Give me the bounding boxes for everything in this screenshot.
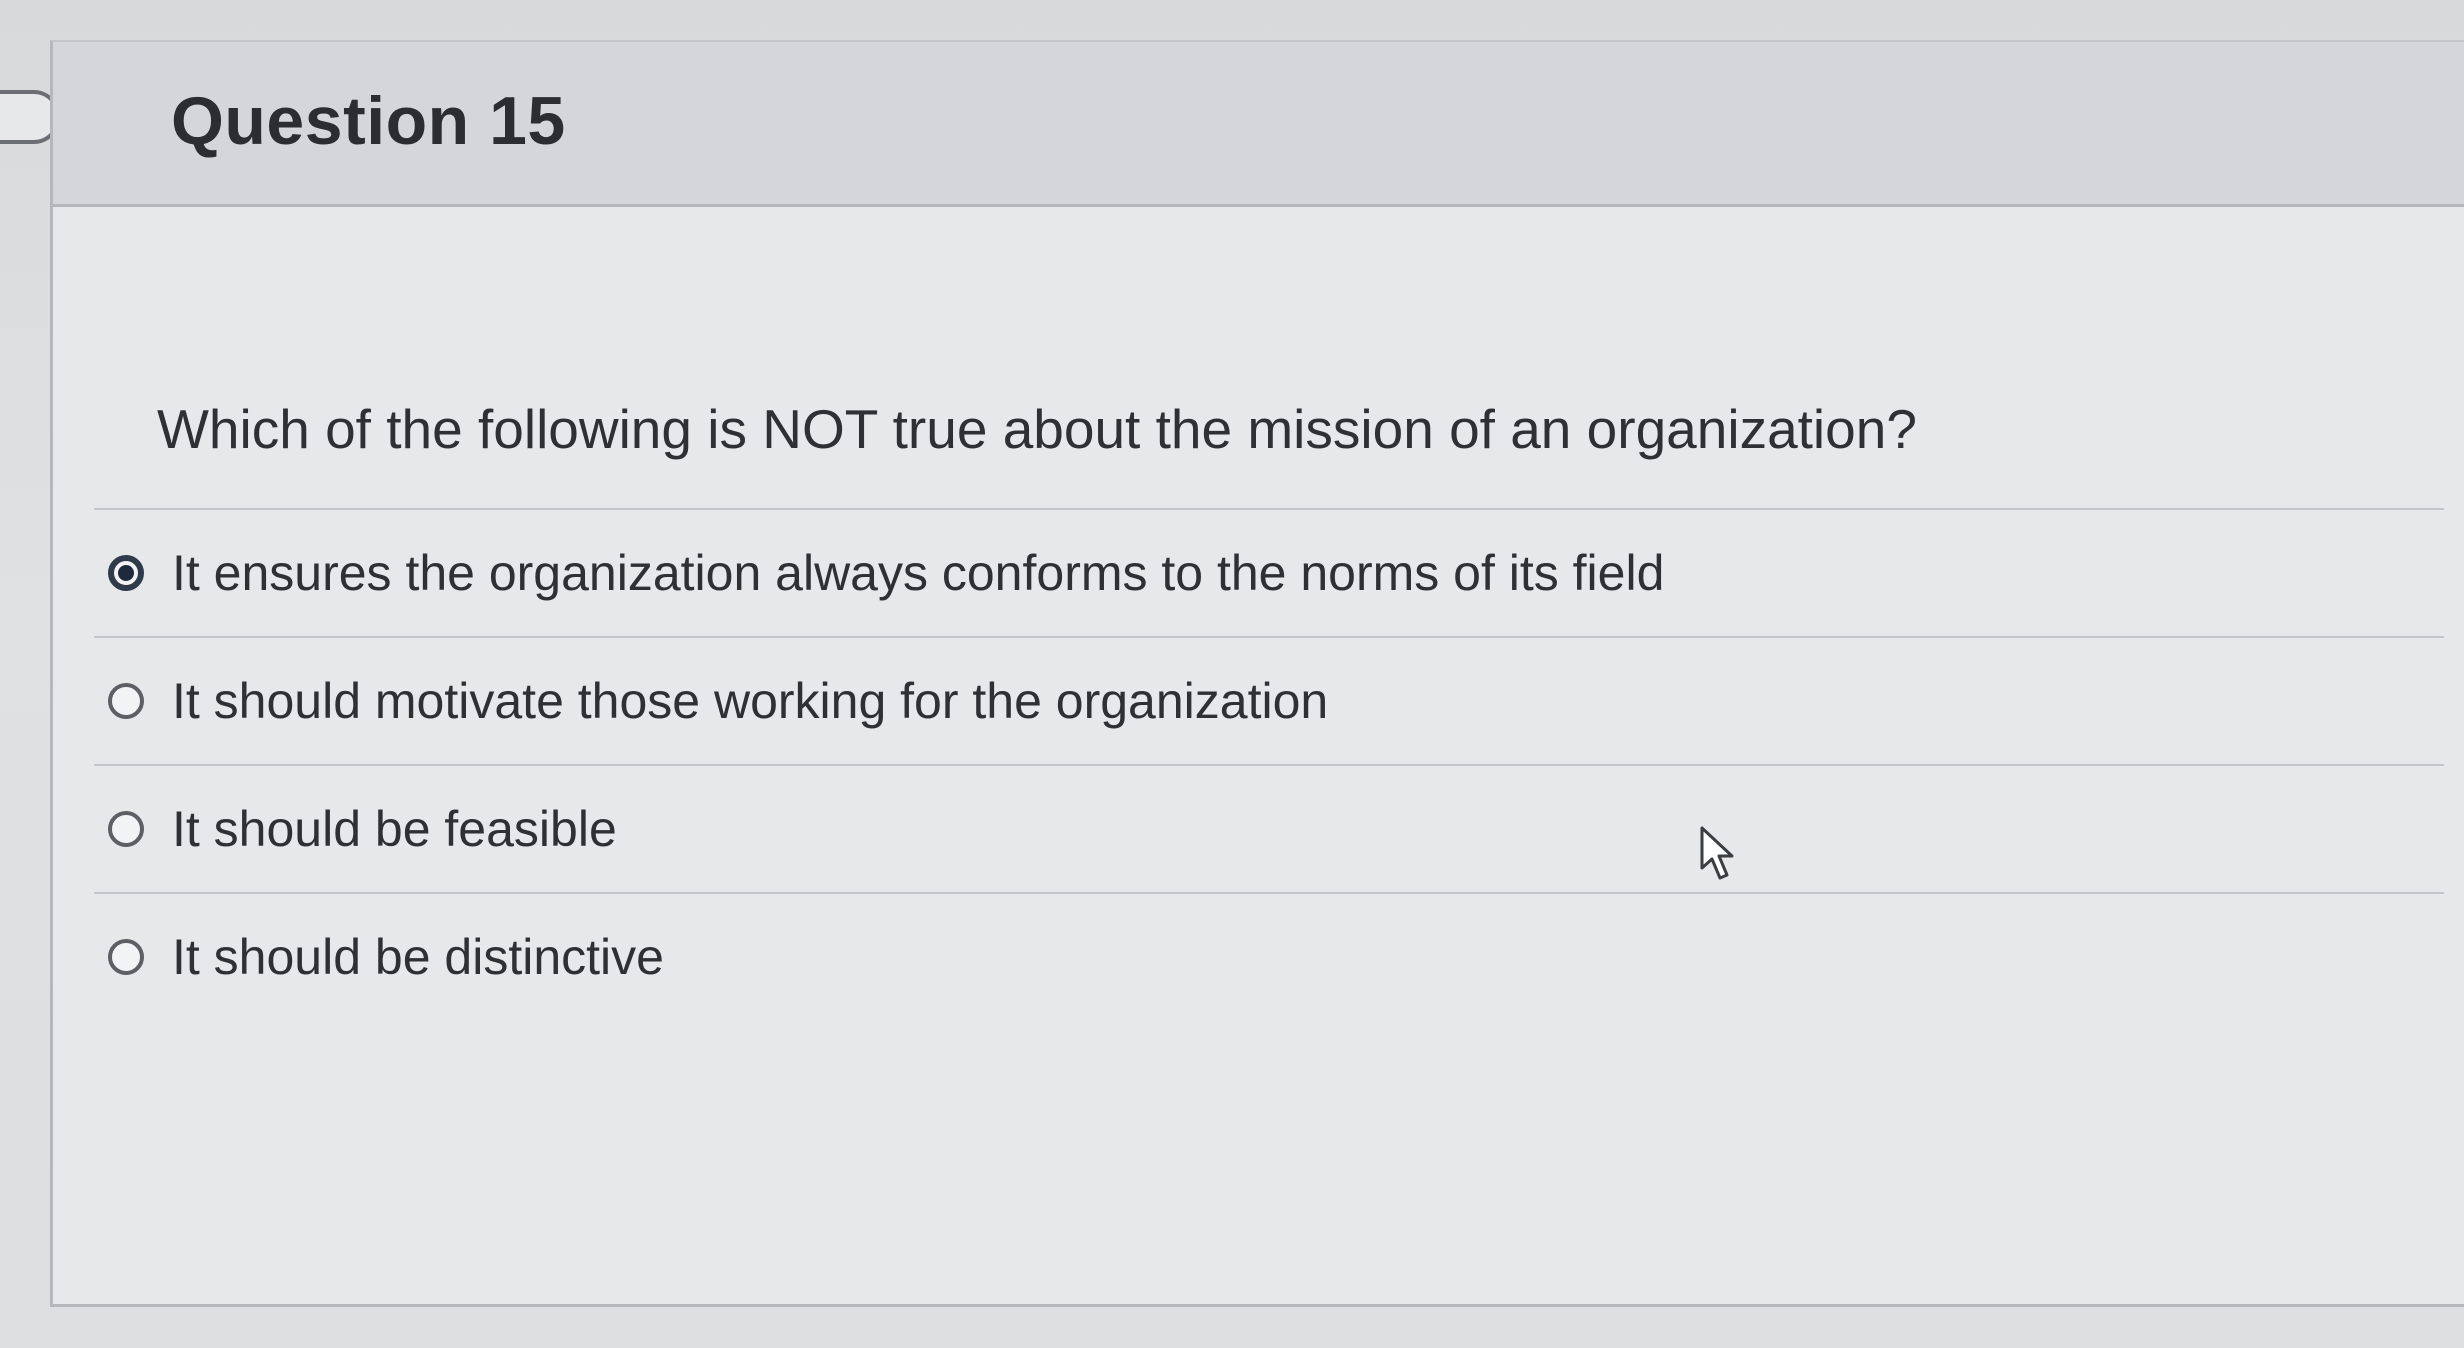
question-prompt: Which of the following is NOT true about… [157,398,1917,460]
answer-list: It ensures the organization always confo… [94,508,2444,1020]
answer-option-4[interactable]: It should be distinctive [94,892,2444,1020]
radio-unselected-icon[interactable] [108,683,144,719]
answer-label[interactable]: It should be distinctive [172,928,664,986]
question-header: Question 15 2 [53,42,2464,207]
radio-selected-icon[interactable] [108,555,144,591]
question-title: Question 15 [171,83,566,159]
quiz-page: Question 15 2 Which of the following is … [0,0,2464,1348]
answer-label[interactable]: It should be feasible [172,800,617,858]
answer-option-3[interactable]: It should be feasible [94,764,2444,892]
answer-label[interactable]: It should motivate those working for the… [172,672,1328,730]
answer-option-2[interactable]: It should motivate those working for the… [94,636,2444,764]
answer-label[interactable]: It ensures the organization always confo… [172,544,1664,602]
radio-unselected-icon[interactable] [108,939,144,975]
answer-option-1[interactable]: It ensures the organization always confo… [94,508,2444,636]
radio-unselected-icon[interactable] [108,811,144,847]
mouse-pointer-icon [1700,826,1734,880]
